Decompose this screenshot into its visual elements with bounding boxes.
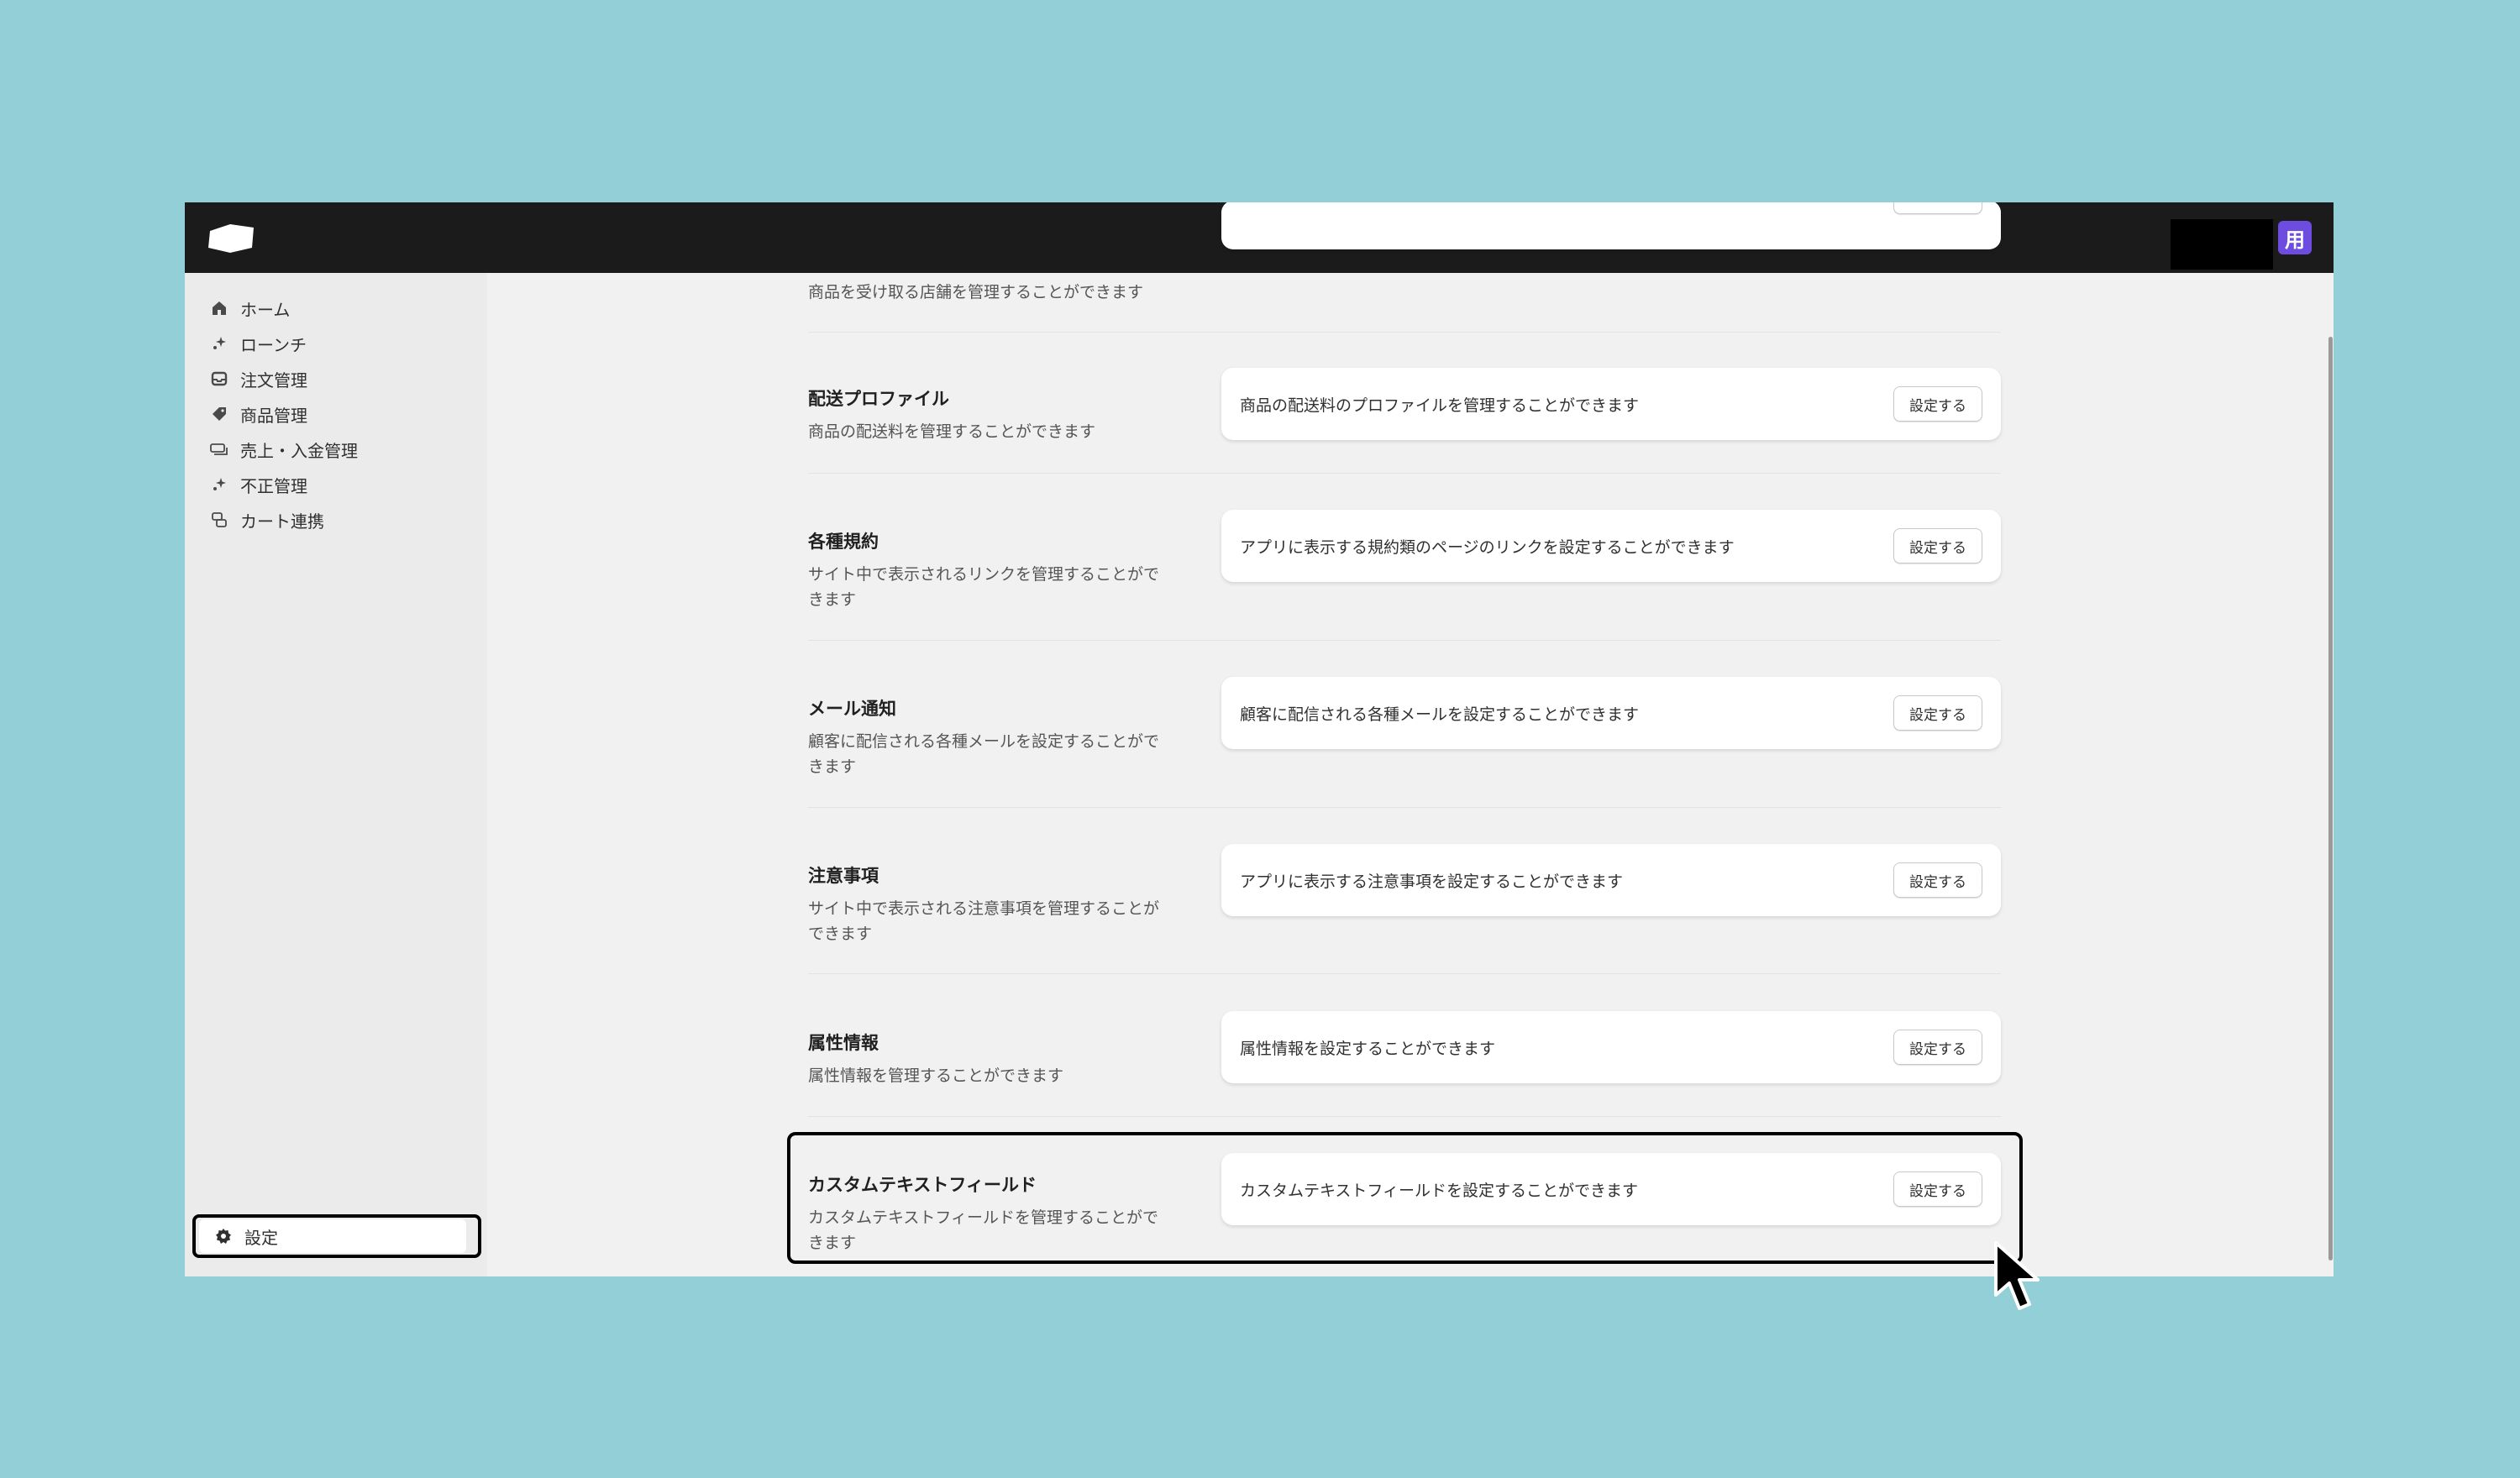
- app-window: 用 ホーム ローンチ 注文管理 商品管理 売上・入金管理 不正管理 カート連携 …: [185, 202, 2334, 1276]
- tag-icon: [210, 405, 228, 423]
- section-title: 注意事項: [808, 866, 879, 886]
- sidebar-item-label: ホーム: [240, 299, 291, 320]
- section-title: 各種規約: [808, 532, 879, 552]
- card-description: 属性情報を設定することができます: [1240, 1039, 1496, 1058]
- divider: [808, 973, 2001, 974]
- section-description: 属性情報を管理することができます: [808, 1067, 1064, 1085]
- sidebar-item-label: 売上・入金管理: [240, 440, 358, 461]
- settings-card: 顧客に配信される各種メールを設定することができます 設定する: [1221, 677, 2001, 749]
- card-description: 顧客に配信される各種メールを設定することができます: [1240, 705, 1640, 724]
- scrollbar[interactable]: [2328, 337, 2333, 1260]
- configure-button[interactable]: [1893, 202, 1982, 214]
- card-description: アプリに表示する注意事項を設定することができます: [1240, 872, 1624, 891]
- sidebar-item-products[interactable]: 商品管理: [210, 399, 307, 429]
- divider: [808, 332, 2001, 333]
- configure-button[interactable]: 設定する: [1893, 386, 1982, 422]
- sidebar-item-orders[interactable]: 注文管理: [210, 364, 307, 394]
- settings-card: [1221, 202, 2001, 249]
- settings-item-inner[interactable]: 設定: [199, 1219, 466, 1253]
- sidebar-item-fraud[interactable]: 不正管理: [210, 469, 307, 500]
- sidebar-item-cart-integration[interactable]: カート連携: [210, 505, 324, 535]
- sidebar-item-settings[interactable]: 設定: [192, 1214, 481, 1258]
- divider: [808, 640, 2001, 641]
- configure-button[interactable]: 設定する: [1893, 695, 1982, 731]
- store-avatar[interactable]: 用: [2278, 221, 2312, 254]
- section-description: 商品を受け取る店舗を管理することができます: [808, 283, 1144, 301]
- money-icon: [210, 440, 228, 459]
- card-description: 商品の配送料のプロファイルを管理することができます: [1240, 396, 1640, 415]
- sidebar-item-launch[interactable]: ローンチ: [210, 328, 307, 359]
- settings-card: アプリに表示する規約類のページのリンクを設定することができます 設定する: [1221, 510, 2001, 582]
- card-description: アプリに表示する規約類のページのリンクを設定することができます: [1240, 537, 1735, 557]
- settings-label: 設定: [244, 1227, 278, 1248]
- configure-button[interactable]: 設定する: [1893, 1030, 1982, 1065]
- section-title: メール通知: [808, 699, 896, 719]
- sidebar-item-label: 注文管理: [240, 370, 307, 390]
- section-title: 配送プロファイル: [808, 389, 949, 409]
- divider: [808, 473, 2001, 474]
- home-icon: [210, 299, 228, 317]
- divider: [808, 807, 2001, 808]
- settings-card: 属性情報を設定することができます 設定する: [1221, 1011, 2001, 1083]
- sparkle-icon: [210, 334, 228, 353]
- sidebar-item-sales[interactable]: 売上・入金管理: [210, 434, 358, 464]
- gear-icon: [214, 1227, 233, 1245]
- shop-logo-icon[interactable]: [205, 221, 255, 256]
- settings-card: アプリに表示する注意事項を設定することができます 設定する: [1221, 844, 2001, 916]
- sparkle-icon: [210, 475, 228, 494]
- divider: [808, 1116, 2001, 1117]
- link-icon: [210, 511, 228, 529]
- sidebar-item-label: ローンチ: [240, 334, 307, 355]
- mouse-cursor-icon: [1994, 1241, 2040, 1310]
- section-description: サイト中で表示される注意事項を管理することが できます: [808, 899, 1160, 943]
- section-description: 顧客に配信される各種メールを設定することがで きます: [808, 732, 1160, 776]
- configure-button[interactable]: 設定する: [1893, 862, 1982, 898]
- account-block[interactable]: [2171, 219, 2273, 270]
- sidebar-item-home[interactable]: ホーム: [210, 293, 290, 323]
- sidebar-item-label: カート連携: [240, 511, 324, 532]
- inbox-icon: [210, 370, 228, 388]
- section-description: 商品の配送料を管理することができます: [808, 422, 1096, 441]
- sidebar-item-label: 商品管理: [240, 405, 307, 426]
- section-description: サイト中で表示されるリンクを管理することがで きます: [808, 565, 1160, 609]
- sidebar: ホーム ローンチ 注文管理 商品管理 売上・入金管理 不正管理 カート連携: [185, 273, 487, 1276]
- section-title: 属性情報: [808, 1033, 879, 1053]
- configure-button[interactable]: 設定する: [1893, 528, 1982, 563]
- settings-card: 商品の配送料のプロファイルを管理することができます 設定する: [1221, 368, 2001, 440]
- sidebar-item-label: 不正管理: [240, 475, 307, 496]
- highlight-box: [787, 1132, 2023, 1264]
